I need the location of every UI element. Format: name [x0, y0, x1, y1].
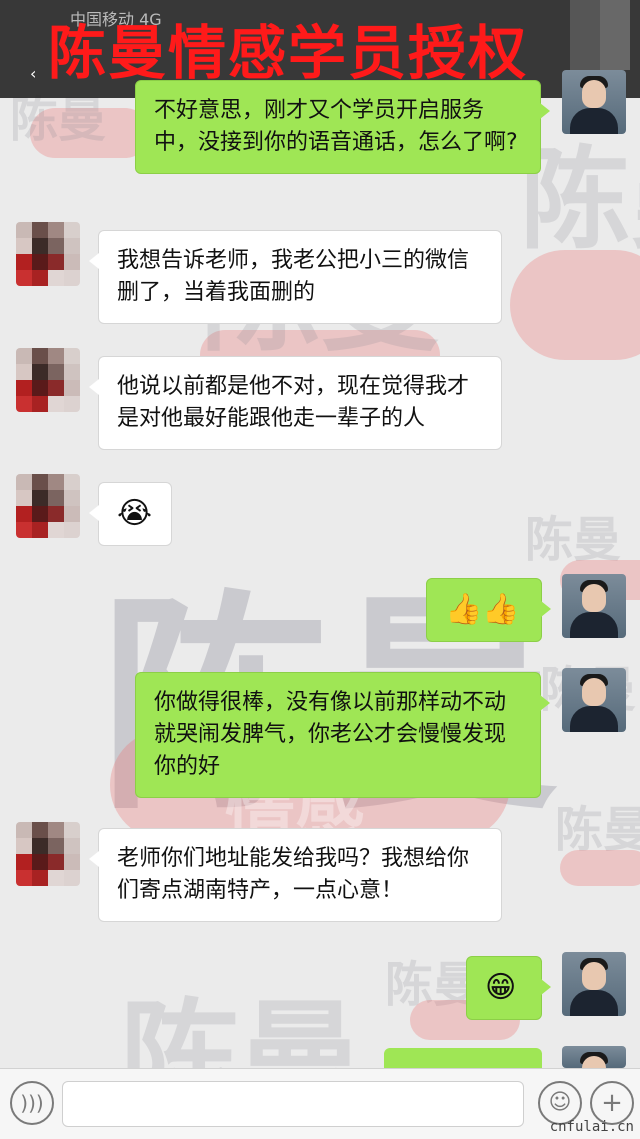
message-bubble[interactable]: 我想告诉老师，我老公把小三的微信删了，当着我面删的: [89, 230, 502, 324]
message-bubble[interactable]: 不好意思，刚才又个学员开启服务中，没接到你的语音通话，怎么了啊?: [135, 80, 550, 174]
message-input[interactable]: [62, 1081, 524, 1127]
contact-avatar[interactable]: [16, 348, 80, 412]
voice-icon[interactable]: ))): [10, 1081, 54, 1125]
self-avatar[interactable]: [562, 70, 626, 134]
message-bubble-partial[interactable]: [384, 1048, 542, 1068]
back-icon[interactable]: ‹: [30, 64, 36, 83]
banner-title: 陈曼情感学员授权: [48, 19, 529, 87]
message-bubble[interactable]: 😁: [466, 956, 551, 1020]
self-avatar[interactable]: [562, 952, 626, 1016]
contact-avatar[interactable]: [16, 474, 80, 538]
self-avatar[interactable]: [562, 574, 626, 638]
contact-avatar[interactable]: [16, 222, 80, 286]
contact-avatar[interactable]: [16, 822, 80, 886]
self-avatar[interactable]: [562, 668, 626, 732]
message-bubble[interactable]: 你做得很棒，没有像以前那样动不动就哭闹发脾气，你老公才会慢慢发现你的好: [135, 672, 550, 798]
message-bubble[interactable]: 他说以前都是他不对，现在觉得我才是对他最好能跟他走一辈子的人: [89, 356, 502, 450]
self-avatar[interactable]: [562, 1046, 626, 1068]
message-bubble[interactable]: 老师你们地址能发给我吗？我想给你们寄点湖南特产，一点心意！: [89, 828, 502, 922]
message-bubble[interactable]: 😭: [89, 482, 172, 546]
message-bubble[interactable]: 👍👍: [426, 578, 551, 642]
chat-input-bar: ))) ☺ + cnfulai.cn: [0, 1068, 640, 1139]
site-watermark: cnfulai.cn: [549, 1119, 634, 1135]
